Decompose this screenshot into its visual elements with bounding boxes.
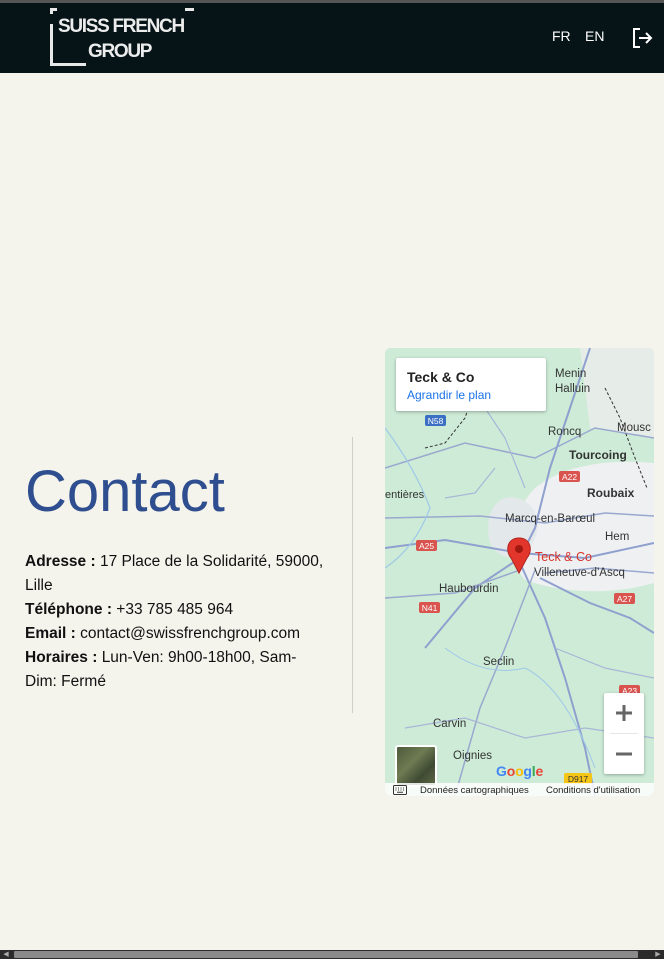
phone-line: Téléphone : +33 785 485 964 <box>25 598 325 622</box>
contact-info: Adresse : 17 Place de la Solidarité, 590… <box>25 550 325 694</box>
horizontal-scrollbar[interactable]: ◀ ▶ <box>0 950 664 959</box>
google-logo-letter: g <box>523 763 532 779</box>
zoom-in-button[interactable] <box>604 693 644 733</box>
svg-text:A25: A25 <box>419 541 434 551</box>
address-label: Adresse : <box>25 553 96 570</box>
road-badge-n58: N58 <box>425 415 446 426</box>
map-town-villeneuve: Villeneuve-d'Ascq <box>534 567 625 579</box>
map-town-hem: Hem <box>605 531 629 543</box>
phone-label: Téléphone : <box>25 601 112 618</box>
scroll-left-icon[interactable]: ◀ <box>0 950 12 959</box>
svg-text:N58: N58 <box>428 416 444 426</box>
brand-logo[interactable]: SUISS FRENCH GROUP <box>48 6 198 68</box>
email-line: Email : contact@swissfrenchgroup.com <box>25 622 325 646</box>
keyboard-icon[interactable] <box>393 785 407 795</box>
map-marker-pin[interactable] <box>507 537 531 575</box>
map-terms-link[interactable]: Conditions d'utilisation <box>546 785 640 796</box>
section-divider <box>352 437 353 713</box>
language-fr-link[interactable]: FR <box>552 28 571 44</box>
map-town-halluin: Halluin <box>555 383 590 395</box>
logo-text-line2: GROUP <box>88 41 152 62</box>
map-town-roncq: Roncq <box>548 426 581 438</box>
google-map[interactable]: Teck & Co Agrandir le plan Menin Halluin… <box>385 348 654 796</box>
map-marker-label[interactable]: Teck & Co <box>535 550 592 564</box>
map-town-tourcoing: Tourcoing <box>569 448 627 462</box>
google-logo: Google <box>496 763 543 779</box>
hours-line: Horaires : Lun-Ven: 9h00-18h00, Sam-Dim:… <box>25 646 325 694</box>
map-town-carvin: Carvin <box>433 718 466 730</box>
satellite-toggle[interactable] <box>395 745 437 787</box>
road-badge-n41: N41 <box>419 602 440 613</box>
road-badge-a25: A25 <box>416 540 437 551</box>
svg-text:A22: A22 <box>562 472 577 482</box>
contact-title: Contact <box>25 459 225 524</box>
scrollbar-thumb[interactable] <box>14 951 638 958</box>
google-logo-letter: o <box>506 763 516 779</box>
map-town-menin: Menin <box>555 368 586 380</box>
email-value: contact@swissfrenchgroup.com <box>80 625 301 642</box>
google-logo-letter: e <box>535 763 544 779</box>
map-town-armentieres: entières <box>385 489 425 501</box>
map-town-mouscron: Mousc <box>617 422 651 434</box>
site-header: SUISS FRENCH GROUP FR EN <box>0 3 664 73</box>
svg-text:N41: N41 <box>422 603 438 613</box>
map-town-haubourdin: Haubourdin <box>439 583 498 595</box>
zoom-controls <box>604 693 644 774</box>
map-footer: Données cartographiques Conditions d'uti… <box>385 783 654 796</box>
phone-value: +33 785 485 964 <box>116 601 234 618</box>
logo-text-line1: SUISS FRENCH <box>58 16 185 37</box>
address-line: Adresse : 17 Place de la Solidarité, 590… <box>25 550 325 598</box>
map-town-oignies: Oignies <box>453 750 492 762</box>
map-town-roubaix: Roubaix <box>587 486 635 500</box>
language-en-link[interactable]: EN <box>585 28 604 44</box>
map-town-seclin: Seclin <box>483 656 514 668</box>
google-logo-letter: G <box>496 763 507 779</box>
scroll-right-icon[interactable]: ▶ <box>652 950 664 959</box>
road-badge-a22: A22 <box>559 471 580 482</box>
map-data-link[interactable]: Données cartographiques <box>420 785 529 796</box>
svg-text:A27: A27 <box>617 594 632 604</box>
logout-icon[interactable] <box>630 26 654 50</box>
map-town-marcq: Marcq-en-Barœul <box>505 513 595 525</box>
zoom-out-button[interactable] <box>604 734 644 774</box>
hours-label: Horaires : <box>25 649 98 666</box>
email-label: Email : <box>25 625 76 642</box>
road-badge-a27: A27 <box>614 593 635 604</box>
